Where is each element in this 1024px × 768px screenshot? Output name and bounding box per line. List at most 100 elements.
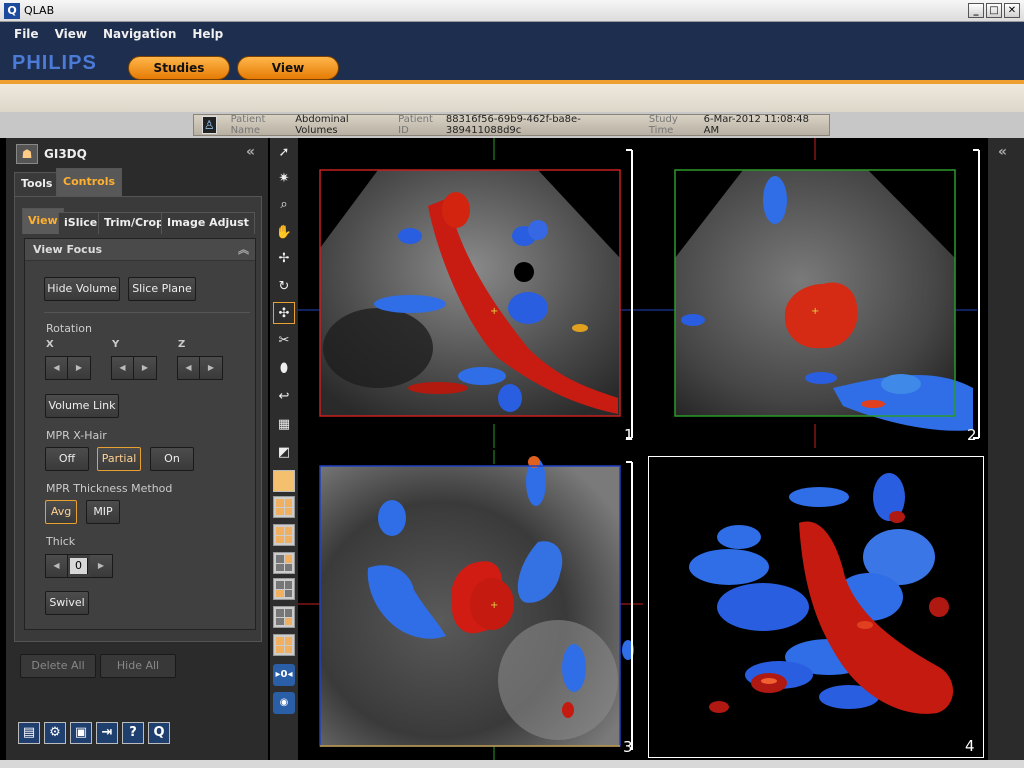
color-map-icon[interactable]: ▦: [273, 414, 295, 436]
viewport-3[interactable]: + 3: [298, 450, 643, 760]
focus-divider: [44, 312, 250, 313]
layout-1x1-icon[interactable]: [273, 470, 295, 492]
swivel-button[interactable]: Swivel: [45, 591, 89, 615]
view-tab[interactable]: View: [237, 56, 339, 80]
app-header: File View Navigation Help PHILIPS Studie…: [0, 22, 1024, 82]
rotate-x-left-icon[interactable]: ◀: [46, 357, 68, 379]
menu-view[interactable]: View: [47, 25, 95, 43]
xhair-partial-button[interactable]: Partial: [97, 447, 141, 471]
thickness-mip-button[interactable]: MIP: [86, 500, 120, 524]
slice-back-icon[interactable]: ◉: [273, 692, 295, 714]
rotate-z-left-icon[interactable]: ◀: [178, 357, 200, 379]
zoom-icon[interactable]: ⌕: [273, 194, 295, 216]
svg-text:+: +: [811, 306, 819, 317]
close-icon[interactable]: ✕: [1004, 3, 1020, 18]
thick-label: Thick: [46, 535, 76, 548]
delete-all-button[interactable]: Delete All: [20, 654, 96, 678]
qlab-icon[interactable]: Q: [148, 722, 170, 744]
layout-quad-a-icon[interactable]: [273, 552, 295, 574]
arrow-pointer-icon[interactable]: ➚: [273, 142, 295, 164]
viewport-2[interactable]: + 2: [643, 138, 988, 448]
rotation-x-label: X: [46, 339, 54, 350]
slice-forward-icon[interactable]: ▸0◂: [273, 664, 295, 686]
viewport-4[interactable]: 4: [648, 456, 984, 758]
window-level-icon[interactable]: ✷: [273, 168, 295, 190]
right-collapsed-panel: «: [988, 138, 1024, 760]
chevron-up-icon[interactable]: ︽: [238, 239, 249, 261]
studies-tab[interactable]: Studies: [128, 56, 230, 80]
menu-navigation[interactable]: Navigation: [95, 25, 184, 43]
gi3dq-plugin-icon: ☗: [16, 144, 38, 164]
layout-quad-b-icon[interactable]: [273, 578, 295, 600]
layout-quad-d-icon[interactable]: [273, 634, 295, 656]
volume-link-button[interactable]: Volume Link: [45, 394, 119, 418]
settings-gears-icon[interactable]: ⚙: [44, 722, 66, 744]
rotate-x-right-icon[interactable]: ▶: [68, 357, 90, 379]
slice-plane-button[interactable]: Slice Plane: [128, 277, 196, 301]
menu-bar: File View Navigation Help: [6, 25, 231, 43]
patient-id-label: Patient ID: [398, 114, 433, 136]
rotation-label: Rotation: [46, 322, 93, 335]
thick-value[interactable]: 0: [70, 558, 88, 574]
filmstrip-icon[interactable]: ▤: [18, 722, 40, 744]
mpr-thickness-label: MPR Thickness Method: [46, 482, 173, 495]
maximize-icon[interactable]: □: [986, 3, 1002, 18]
title-bar: Q QLAB _ □ ✕: [0, 0, 1024, 22]
layout-quad-c-icon[interactable]: [273, 606, 295, 628]
svg-text:+: +: [490, 306, 498, 317]
rotate-y-right-icon[interactable]: ▶: [134, 357, 156, 379]
subtab-trim-crop[interactable]: Trim/Crop: [98, 212, 170, 234]
crosshair-move-icon[interactable]: ✣: [273, 302, 295, 324]
panel-header: ☗ GI3DQ: [16, 144, 87, 164]
menu-file[interactable]: File: [6, 25, 47, 43]
tab-controls[interactable]: Controls: [56, 168, 123, 196]
collapse-left-icon[interactable]: «: [246, 144, 255, 160]
rotate-icon[interactable]: ↻: [273, 276, 295, 298]
layout-1x2-icon[interactable]: [273, 524, 295, 546]
save-icon[interactable]: ▣: [70, 722, 92, 744]
viewport-grid: + 1 + 2 + 3 4: [298, 138, 988, 760]
subtab-image-adjust[interactable]: Image Adjust: [161, 212, 255, 234]
view-focus-header[interactable]: View Focus ︽: [25, 239, 255, 261]
xhair-off-button[interactable]: Off: [45, 447, 89, 471]
eraser-icon[interactable]: ⬮: [273, 358, 295, 380]
thick-decrease-icon[interactable]: ◀: [46, 555, 68, 577]
minimize-icon[interactable]: _: [968, 3, 984, 18]
header-cream-band: [0, 84, 1024, 112]
viewport-1[interactable]: + 1: [298, 138, 643, 448]
viewport-2-number: 2: [967, 426, 977, 444]
layout-2x2-icon[interactable]: [273, 496, 295, 518]
vertical-toolbar: ➚ ✷ ⌕ ✋ ✢ ↻ ✣ ✂ ⬮ ↩ ▦ ◩ ▸0◂ ◉: [270, 138, 298, 760]
rotate-y-left-icon[interactable]: ◀: [112, 357, 134, 379]
viewport-3-number: 3: [623, 738, 633, 756]
measure-icon[interactable]: ✢: [273, 248, 295, 270]
thick-increase-icon[interactable]: ▶: [90, 555, 112, 577]
svg-text:+: +: [490, 600, 498, 611]
tab-tools[interactable]: Tools: [14, 172, 60, 196]
rotation-y-label: Y: [112, 339, 120, 350]
patient-id-value: 88316f56-69b9-462f-ba8e-389411088d9c: [445, 114, 581, 136]
patient-name-label: Patient Name: [230, 114, 266, 136]
rotation-y-stepper: ◀ ▶: [111, 356, 157, 380]
help-icon[interactable]: ?: [122, 722, 144, 744]
undo-icon[interactable]: ↩: [273, 386, 295, 408]
subtab-islice[interactable]: iSlice: [58, 212, 104, 234]
hide-volume-button[interactable]: Hide Volume: [44, 277, 120, 301]
study-time-label: Study Time: [648, 114, 678, 136]
scissors-icon[interactable]: ✂: [273, 330, 295, 352]
study-time-value: 6-Mar-2012 11:08:48 AM: [703, 114, 809, 136]
export-icon[interactable]: ⇥: [96, 722, 118, 744]
xhair-on-button[interactable]: On: [150, 447, 194, 471]
philips-logo: PHILIPS: [12, 52, 97, 74]
qlab-app-icon: Q: [4, 2, 20, 19]
rotate-z-right-icon[interactable]: ▶: [200, 357, 222, 379]
rotation-x-stepper: ◀ ▶: [45, 356, 91, 380]
thickness-avg-button[interactable]: Avg: [45, 500, 77, 524]
collapse-right-icon[interactable]: «: [998, 144, 1007, 160]
patient-person-icon[interactable]: ♙: [202, 116, 217, 134]
hide-all-button[interactable]: Hide All: [100, 654, 176, 678]
pan-hand-icon[interactable]: ✋: [273, 222, 295, 244]
invert-icon[interactable]: ◩: [273, 442, 295, 464]
panel-title: GI3DQ: [44, 147, 87, 161]
menu-help[interactable]: Help: [184, 25, 231, 43]
